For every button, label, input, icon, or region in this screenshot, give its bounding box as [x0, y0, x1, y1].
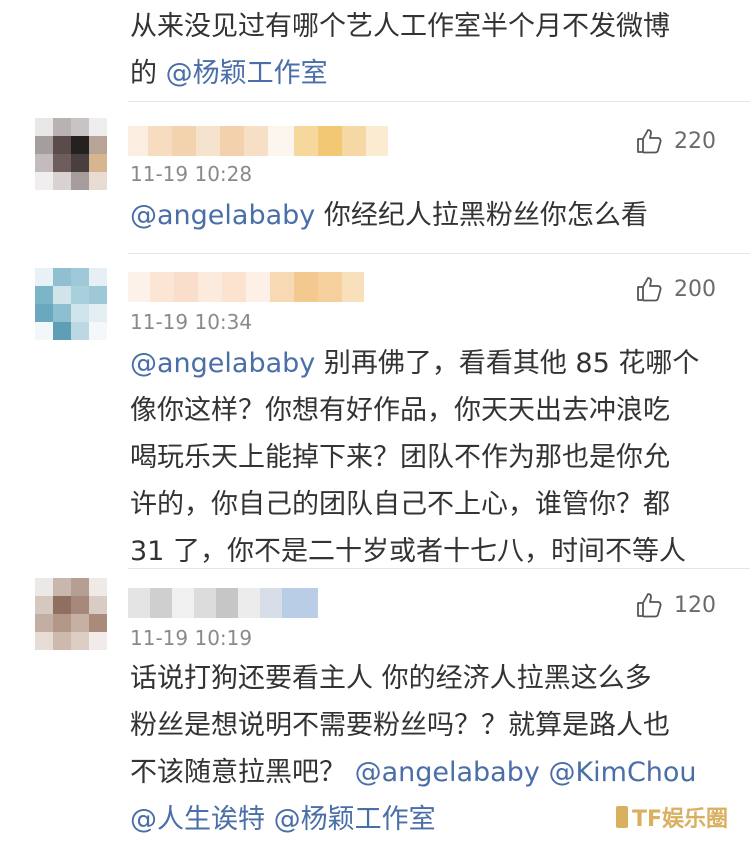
- comment-body: 你经纪人拉黑粉丝你怎么看: [315, 200, 648, 231]
- watermark-text: TF娱乐圈: [631, 807, 728, 832]
- comment-body: 别再佛了，看看其他 85 花哪个: [315, 348, 700, 379]
- comment-line-2: 像你这样？你想有好作品，你天天出去冲浪吃: [130, 395, 670, 426]
- mention-link[interactable]: @杨颖工作室: [265, 804, 436, 835]
- mention-link[interactable]: @angelababy: [130, 200, 315, 231]
- like-button[interactable]: 200: [634, 274, 716, 304]
- thumbs-up-icon: [637, 593, 662, 618]
- comment-line-2: 粉丝是想说明不需要粉丝吗？？就算是路人也: [130, 710, 670, 741]
- username-blurred[interactable]: [128, 588, 318, 618]
- comment-text: @angelababy 别再佛了，看看其他 85 花哪个 像你这样？你想有好作品…: [130, 340, 720, 575]
- mention-link[interactable]: @angelababy: [355, 757, 540, 788]
- divider: [128, 101, 750, 102]
- comment-time: 11-19 10:28: [130, 162, 253, 186]
- divider: [128, 568, 750, 569]
- watermark-logo-icon: [615, 806, 628, 828]
- comment-line-3: 喝玩乐天上能掉下来？团队不作为那也是你允: [130, 442, 670, 473]
- top-comment-line-2: 的 @杨颖工作室: [130, 50, 730, 97]
- avatar[interactable]: [35, 118, 107, 190]
- like-count: 220: [674, 128, 716, 154]
- mention-link[interactable]: @人生诶特: [130, 804, 265, 835]
- comment-text: @angelababy 你经纪人拉黑粉丝你怎么看: [130, 192, 720, 239]
- comment-line-1: @angelababy 别再佛了，看看其他 85 花哪个: [130, 340, 720, 387]
- divider: [128, 253, 750, 254]
- username-blurred[interactable]: [128, 272, 364, 302]
- like-button[interactable]: 220: [634, 126, 716, 156]
- comment-line-4: 许的，你自己的团队自己不上心，谁管你？都: [130, 489, 670, 520]
- username-blurred[interactable]: [128, 126, 388, 156]
- thumbs-up-icon: [637, 129, 662, 154]
- comment-body: 不该随意拉黑吧？: [130, 757, 355, 788]
- avatar[interactable]: [35, 578, 107, 650]
- comment-time: 11-19 10:19: [130, 626, 253, 650]
- thumbs-up-icon: [637, 277, 662, 302]
- mention-link[interactable]: @KimChou: [540, 757, 696, 788]
- comment-line-3: 不该随意拉黑吧？ @angelababy @KimChou: [130, 749, 720, 796]
- top-comment-text: 从来没见过有哪个艺人工作室半个月不发微博 的 @杨颖工作室: [130, 3, 730, 97]
- like-button[interactable]: 120: [634, 590, 716, 620]
- like-count: 120: [674, 592, 716, 618]
- top-comment-line-1: 从来没见过有哪个艺人工作室半个月不发微博: [130, 11, 670, 42]
- mention-link[interactable]: @杨颖工作室: [166, 58, 328, 89]
- comment-time: 11-19 10:34: [130, 310, 253, 334]
- watermark: TF娱乐圈: [615, 801, 728, 833]
- mention-link[interactable]: @angelababy: [130, 348, 315, 379]
- avatar[interactable]: [35, 268, 107, 340]
- comment-line-1: 话说打狗还要看主人 你的经济人拉黑这么多: [130, 663, 652, 694]
- like-count: 200: [674, 276, 716, 302]
- top-comment-prefix: 的: [130, 58, 166, 89]
